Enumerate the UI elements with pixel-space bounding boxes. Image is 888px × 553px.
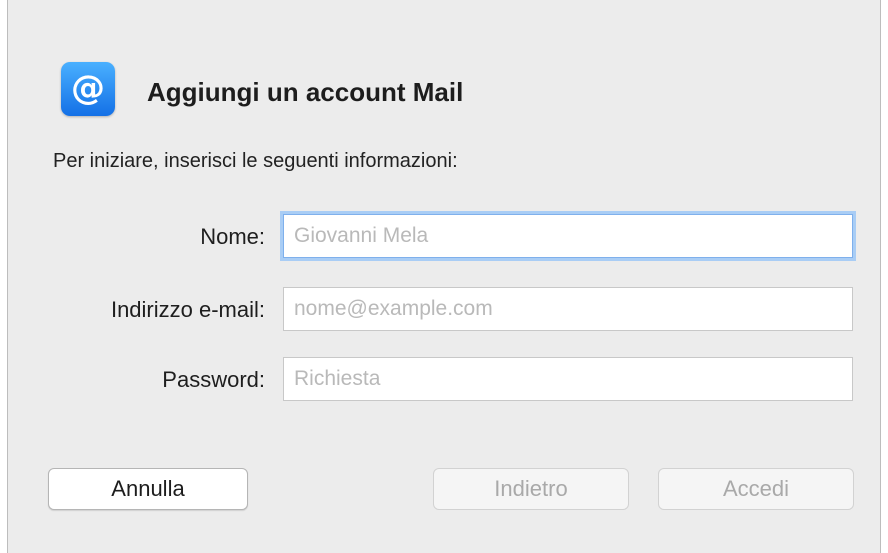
at-sign-mail-icon: @	[61, 62, 115, 116]
dialog-subtitle: Per iniziare, inserisci le seguenti info…	[53, 150, 458, 172]
back-button[interactable]: Indietro	[433, 468, 629, 510]
password-input[interactable]	[283, 357, 853, 401]
sign-in-button[interactable]: Accedi	[658, 468, 854, 510]
at-sign-glyph: @	[71, 67, 105, 108]
name-input[interactable]	[283, 214, 853, 258]
name-label: Nome:	[200, 224, 265, 249]
cancel-button[interactable]: Annulla	[48, 468, 248, 510]
dialog-title: Aggiungi un account Mail	[147, 77, 464, 107]
email-label: Indirizzo e-mail:	[110, 297, 265, 322]
password-label: Password:	[162, 367, 265, 392]
email-input[interactable]	[283, 287, 853, 331]
add-mail-account-dialog: @ Aggiungi un account Mail Per iniziare,…	[7, 0, 881, 553]
